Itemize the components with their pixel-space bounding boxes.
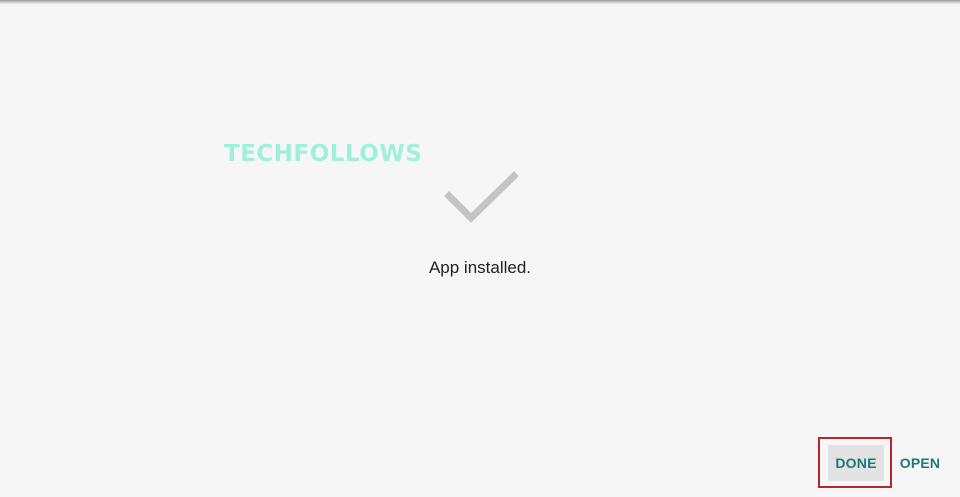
top-divider (0, 0, 960, 6)
done-button[interactable]: DONE (828, 445, 884, 481)
install-status-message: App installed. (428, 258, 532, 277)
watermark-logo: TECHFOLLOWS (224, 141, 423, 167)
open-button[interactable]: OPEN (896, 445, 944, 481)
checkmark-icon (444, 171, 518, 223)
